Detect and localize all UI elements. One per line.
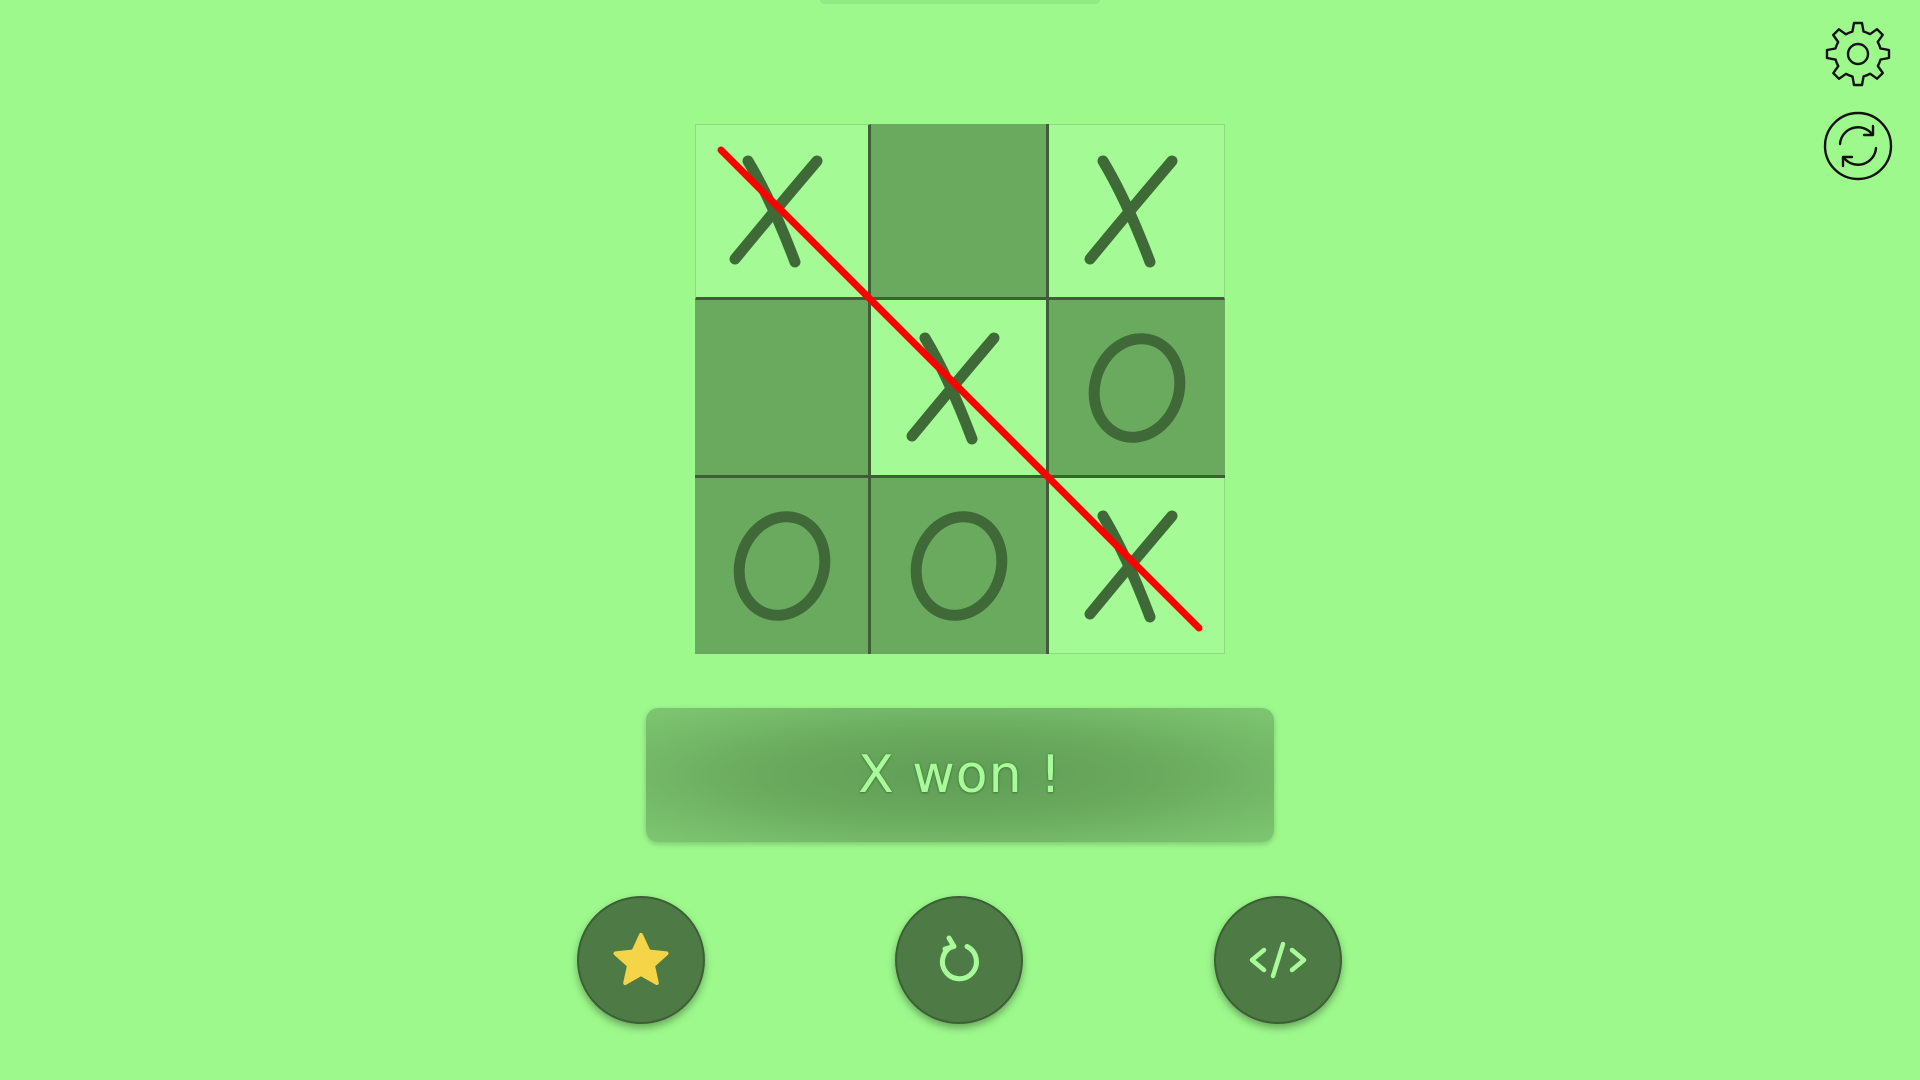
gear-icon: [1825, 21, 1891, 87]
board-cell-0-1[interactable]: [871, 124, 1049, 300]
game-board: [695, 124, 1225, 654]
o-mark: [733, 511, 830, 621]
x-mark: [1084, 155, 1177, 268]
star-icon: [613, 933, 669, 985]
sync-button[interactable]: [1820, 108, 1896, 184]
top-tab[interactable]: [820, 0, 1100, 4]
status-banner: X won !: [646, 708, 1274, 842]
x-mark: [729, 155, 823, 268]
board-cell-2-2[interactable]: [1049, 478, 1225, 654]
board-cell-1-1[interactable]: [871, 300, 1049, 478]
board-cell-1-2[interactable]: [1049, 300, 1225, 478]
o-mark: [910, 511, 1007, 621]
board-cell-2-0[interactable]: [695, 478, 871, 654]
settings-button[interactable]: [1820, 16, 1896, 92]
board-cell-1-0[interactable]: [695, 300, 871, 478]
status-message: X won !: [858, 745, 1062, 805]
restart-icon: [939, 935, 979, 982]
board-cell-0-2[interactable]: [1049, 124, 1225, 300]
sync-icon: [1823, 111, 1893, 181]
x-mark: [906, 332, 999, 444]
code-icon: [1249, 941, 1307, 979]
restart-button[interactable]: [895, 896, 1023, 1024]
board-cell-0-0[interactable]: [695, 124, 871, 300]
game-screen: X won !: [0, 0, 1920, 1080]
x-mark: [1084, 510, 1177, 622]
star-button[interactable]: [577, 896, 705, 1024]
code-button[interactable]: [1214, 896, 1342, 1024]
o-mark: [1088, 332, 1186, 443]
board-cell-2-1[interactable]: [871, 478, 1049, 654]
